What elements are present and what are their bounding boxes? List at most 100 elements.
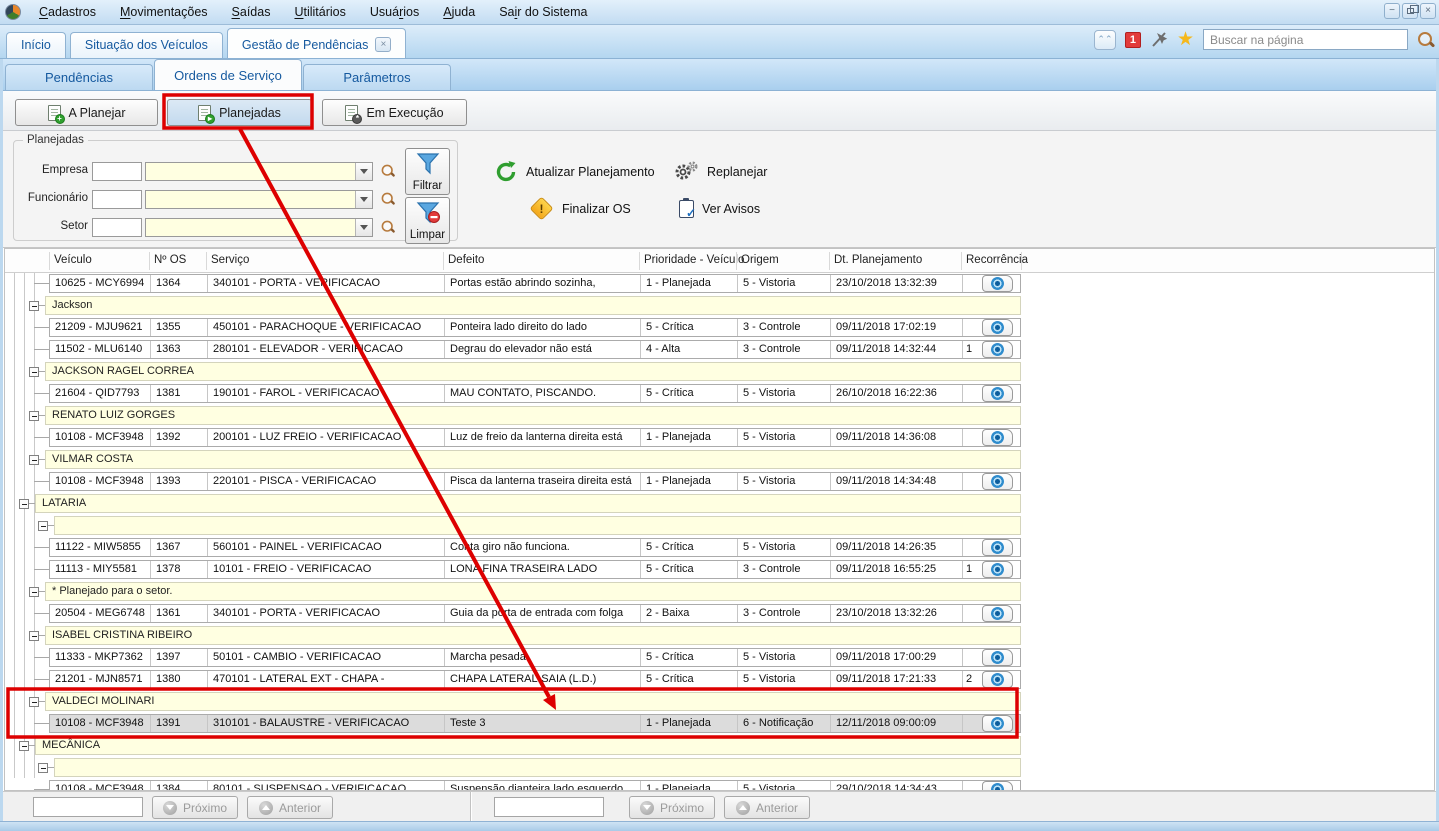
view-recurrence-button[interactable]: [982, 605, 1013, 622]
chevron-down-icon[interactable]: ⌃⌃: [1094, 30, 1116, 50]
dropdown-arrow-icon[interactable]: [355, 163, 372, 180]
column-header-prioridade-veiculo[interactable]: Prioridade - Veículo: [644, 254, 744, 266]
order-row[interactable]: 10625 - MCY69941364340101 - PORTA - VERI…: [49, 274, 1021, 293]
order-row[interactable]: 10108 - MCF3948138480101 - SUSPENSAO - V…: [49, 780, 1021, 791]
funcionario-combo[interactable]: [145, 190, 373, 209]
ver-avisos-button[interactable]: ✓ Ver Avisos: [679, 200, 760, 218]
setor-combo[interactable]: [145, 218, 373, 237]
group-row[interactable]: ISABEL CRISTINA RIBEIRO: [45, 626, 1021, 645]
group-row[interactable]: JACKSON RAGEL CORREA: [45, 362, 1021, 381]
view-recurrence-button[interactable]: [982, 385, 1013, 402]
atualizar-planejamento-button[interactable]: Atualizar Planejamento: [494, 160, 655, 184]
tab-inicio[interactable]: Início: [6, 32, 66, 58]
menu-item-movimentacoes[interactable]: Movimentações: [110, 2, 218, 22]
empresa-search-icon[interactable]: [381, 164, 395, 178]
page-search-input[interactable]: [1203, 29, 1408, 50]
collapse-expander-icon[interactable]: [29, 455, 39, 465]
setor-code-input[interactable]: [92, 218, 142, 237]
collapse-expander-icon[interactable]: [19, 499, 29, 509]
em-execucao-button[interactable]: *Em Execução: [322, 99, 467, 126]
subtab-pendencias[interactable]: Pendências: [5, 64, 153, 90]
view-recurrence-button[interactable]: [982, 539, 1013, 556]
order-row[interactable]: 10108 - MCF39481392200101 - LUZ FREIO - …: [49, 428, 1021, 447]
group-row[interactable]: [54, 516, 1021, 535]
view-recurrence-button[interactable]: [982, 275, 1013, 292]
collapse-expander-icon[interactable]: [38, 763, 48, 773]
menu-item-saidas[interactable]: Saídas: [222, 2, 281, 22]
view-recurrence-button[interactable]: [982, 341, 1013, 358]
view-recurrence-button[interactable]: [982, 429, 1013, 446]
column-header-n-os[interactable]: Nº OS: [154, 254, 186, 266]
view-recurrence-button[interactable]: [982, 649, 1013, 666]
search-icon[interactable]: [1417, 31, 1435, 49]
order-row[interactable]: 11333 - MKP7362139750101 - CAMBIO - VERI…: [49, 648, 1021, 667]
anterior-button-1[interactable]: Anterior: [247, 796, 333, 819]
menu-item-usuarios[interactable]: Usuários: [360, 2, 429, 22]
collapse-expander-icon[interactable]: [38, 521, 48, 531]
favorite-star-icon[interactable]: ★: [1177, 31, 1194, 49]
group-row[interactable]: VALDECI MOLINARI: [45, 692, 1021, 711]
view-recurrence-button[interactable]: [982, 561, 1013, 578]
limpar-button[interactable]: Limpar: [405, 197, 450, 244]
menu-item-cadastros[interactable]: Cadastros: [29, 2, 106, 22]
column-header-veiculo[interactable]: Veículo: [54, 254, 92, 266]
empresa-code-input[interactable]: [92, 162, 142, 181]
a-planejar-button[interactable]: +A Planejar: [15, 99, 158, 126]
notifications-muted-icon[interactable]: [1150, 31, 1168, 49]
collapse-expander-icon[interactable]: [29, 301, 39, 311]
funcionario-code-input[interactable]: [92, 190, 142, 209]
tab-situacao-dos-veiculos[interactable]: Situação dos Veículos: [70, 32, 223, 58]
proximo-button-1[interactable]: Próximo: [152, 796, 238, 819]
row-search-input-1[interactable]: [33, 797, 143, 817]
group-row[interactable]: [54, 758, 1021, 777]
filtrar-button[interactable]: Filtrar: [405, 148, 450, 195]
menu-item-ajuda[interactable]: Ajuda: [433, 2, 485, 22]
collapse-expander-icon[interactable]: [29, 587, 39, 597]
notification-badge[interactable]: 1: [1125, 32, 1141, 48]
replanejar-button[interactable]: Replanejar: [673, 160, 767, 184]
view-recurrence-button[interactable]: [982, 671, 1013, 688]
planejadas-button[interactable]: ▸Planejadas: [167, 99, 312, 126]
group-row[interactable]: MECÂNICA: [35, 736, 1021, 755]
collapse-expander-icon[interactable]: [29, 697, 39, 707]
column-header-servico[interactable]: Serviço: [211, 254, 249, 266]
view-recurrence-button[interactable]: [982, 473, 1013, 490]
setor-search-icon[interactable]: [381, 220, 395, 234]
column-header-recorrencia[interactable]: Recorrência: [966, 254, 1028, 266]
anterior-button-2[interactable]: Anterior: [724, 796, 810, 819]
view-recurrence-button[interactable]: [982, 715, 1013, 732]
empresa-combo[interactable]: [145, 162, 373, 181]
group-row[interactable]: * Planejado para o setor.: [45, 582, 1021, 601]
finalizar-os-button[interactable]: ! Finalizar OS: [533, 200, 631, 217]
dropdown-arrow-icon[interactable]: [355, 191, 372, 208]
menu-item-sair-do-sistema[interactable]: Sair do Sistema: [489, 2, 597, 22]
view-recurrence-button[interactable]: [982, 319, 1013, 336]
funcionario-search-icon[interactable]: [381, 192, 395, 206]
row-search-input-2[interactable]: [494, 797, 604, 817]
close-button[interactable]: ×: [1420, 3, 1436, 19]
order-row[interactable]: 21604 - QID77931381190101 - FAROL - VERI…: [49, 384, 1021, 403]
minimize-button[interactable]: −: [1384, 3, 1400, 19]
order-row[interactable]: 11502 - MLU61401363280101 - ELEVADOR - V…: [49, 340, 1021, 359]
order-row[interactable]: 11113 - MIY5581137810101 - FREIO - VERIF…: [49, 560, 1021, 579]
order-row[interactable]: 11122 - MIW58551367560101 - PAINEL - VER…: [49, 538, 1021, 557]
order-row[interactable]: 20504 - MEG67481361340101 - PORTA - VERI…: [49, 604, 1021, 623]
tab-gestao-de-pendencias[interactable]: Gestão de Pendências×: [227, 28, 406, 58]
collapse-expander-icon[interactable]: [29, 631, 39, 641]
group-row[interactable]: Jackson: [45, 296, 1021, 315]
subtab-ordens-de-servico[interactable]: Ordens de Serviço: [154, 59, 302, 90]
collapse-expander-icon[interactable]: [19, 741, 29, 751]
subtab-parametros[interactable]: Parâmetros: [303, 64, 451, 90]
dropdown-arrow-icon[interactable]: [355, 219, 372, 236]
proximo-button-2[interactable]: Próximo: [629, 796, 715, 819]
close-tab-icon[interactable]: ×: [375, 37, 391, 52]
view-recurrence-button[interactable]: [982, 781, 1013, 791]
restore-button[interactable]: [1402, 3, 1418, 19]
group-row[interactable]: LATARIA: [35, 494, 1021, 513]
column-header-origem[interactable]: Origem: [741, 254, 779, 266]
collapse-expander-icon[interactable]: [29, 411, 39, 421]
column-header-defeito[interactable]: Defeito: [448, 254, 484, 266]
collapse-expander-icon[interactable]: [29, 367, 39, 377]
group-row[interactable]: VILMAR COSTA: [45, 450, 1021, 469]
order-row[interactable]: 21209 - MJU96211355450101 - PARACHOQUE -…: [49, 318, 1021, 337]
